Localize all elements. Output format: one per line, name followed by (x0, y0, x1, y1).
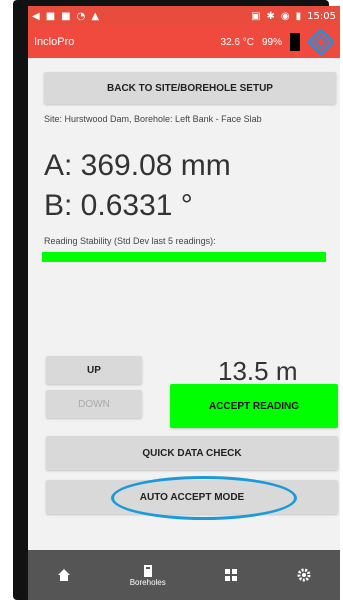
reading-a: A: 369.08 mm (44, 149, 231, 182)
accept-reading-button[interactable]: ACCEPT READING (170, 384, 338, 428)
nav-grid[interactable] (224, 568, 238, 582)
bottom-nav: Boreholes (28, 550, 340, 600)
nav-boreholes-label: Boreholes (129, 577, 166, 587)
highlight-circle (111, 476, 297, 520)
nav-settings[interactable] (297, 568, 311, 582)
back-to-setup-button[interactable]: BACK TO SITE/BOREHOLE SETUP (44, 72, 336, 104)
reading-b: B: 0.6331 ° (44, 189, 193, 222)
borehole-icon (143, 564, 152, 577)
temperature-readout: 32.6 °C (220, 36, 254, 48)
battery-percent: 99% (261, 36, 282, 48)
status-time: 15:05 (307, 10, 336, 22)
quick-data-check-button[interactable]: QUICK DATA CHECK (46, 436, 338, 470)
nfc-icon: ▣ (251, 10, 261, 22)
diamond-logo-icon (308, 29, 334, 55)
status-bar: ◀ ■ ■ ◔ ▲ ▣ ✱ ◉ ▮ 15:05 (28, 6, 340, 26)
depth-readout: 13.5 m (218, 356, 298, 386)
app-bar: IncloPro 32.6 °C 99% (28, 26, 340, 58)
notification-icon: ◀ (32, 10, 40, 22)
grid-icon (225, 569, 238, 581)
gear-icon (297, 568, 311, 582)
down-button[interactable]: DOWN (46, 390, 142, 418)
app-icon: ■ (45, 10, 56, 22)
nav-home[interactable] (57, 568, 71, 582)
nav-boreholes[interactable]: Boreholes (130, 564, 166, 587)
status-icons-left: ◀ ■ ■ ◔ ▲ (32, 11, 99, 22)
app-title: IncloPro (34, 36, 75, 48)
battery-icon (290, 33, 300, 51)
site-info: Site: Hurstwood Dam, Borehole: Left Bank… (44, 114, 262, 124)
status-icons-right: ▣ ✱ ◉ ▮ 15:05 (251, 11, 336, 22)
app-bar-right: 32.6 °C 99% (221, 29, 334, 55)
location-icon: ◉ (280, 10, 290, 22)
main-content: BACK TO SITE/BOREHOLE SETUP Site: Hurstw… (28, 58, 340, 290)
bluetooth-icon: ✱ (266, 10, 275, 22)
app-screen: ◀ ■ ■ ◔ ▲ ▣ ✱ ◉ ▮ 15:05 IncloPro 32.6 °C… (28, 6, 340, 600)
alert-icon: ▲ (91, 10, 100, 22)
stability-label: Reading Stability (Std Dev last 5 readin… (44, 236, 216, 246)
phone-frame: ◀ ■ ■ ◔ ▲ ▣ ✱ ◉ ▮ 15:05 IncloPro 32.6 °C… (13, 0, 340, 600)
stability-bar (42, 252, 326, 262)
home-icon (58, 569, 71, 581)
signal-icon: ▮ (295, 10, 302, 22)
wifi-icon: ◔ (76, 10, 86, 22)
up-button[interactable]: UP (46, 356, 142, 384)
app-icon: ■ (61, 10, 71, 22)
